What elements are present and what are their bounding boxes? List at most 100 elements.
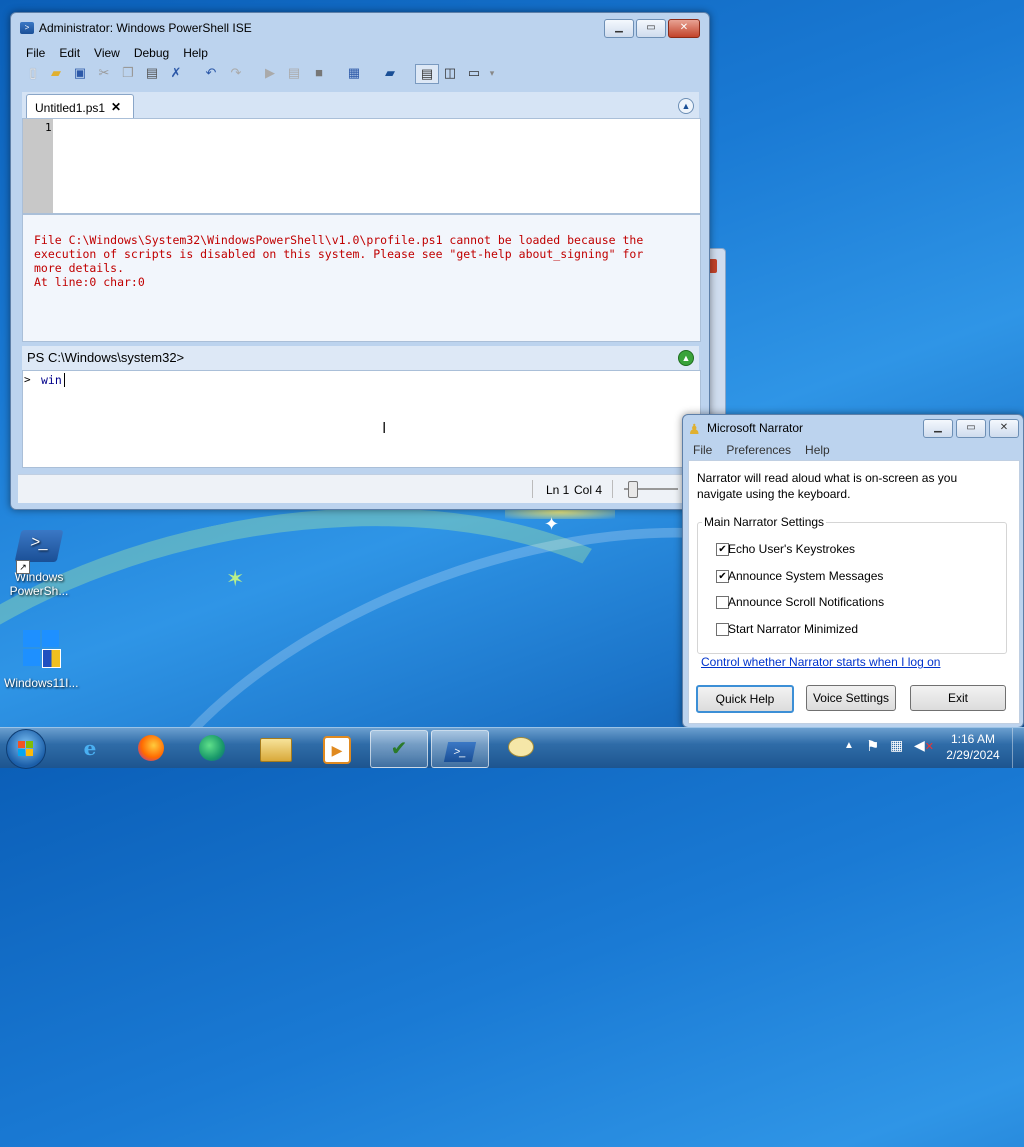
collapse-script-pane-icon[interactable]: ▲ bbox=[678, 98, 694, 114]
zoom-slider-thumb[interactable] bbox=[628, 481, 638, 498]
ise-menubar: File Edit View Debug Help bbox=[19, 44, 215, 62]
option-label: Announce Scroll Notifications bbox=[728, 595, 885, 609]
cut-icon[interactable]: ✂ bbox=[95, 64, 113, 82]
desktop-icon-label: Windows11I... bbox=[4, 676, 79, 690]
command-prompt-bar: PS C:\Windows\system32> ▲ bbox=[22, 346, 699, 370]
text-caret bbox=[64, 373, 65, 387]
wallpaper-leaf: ✶ bbox=[226, 566, 245, 591]
windows-shield-icon bbox=[15, 630, 63, 678]
shortcut-arrow-icon: ↗ bbox=[16, 560, 30, 574]
menu-file[interactable]: File bbox=[686, 441, 719, 459]
paste-icon[interactable]: ▤ bbox=[143, 64, 161, 82]
wallpaper-swirl bbox=[0, 428, 782, 1147]
narrator-title: Microsoft Narrator bbox=[707, 421, 804, 435]
tab-close-icon[interactable]: ✕ bbox=[111, 100, 121, 114]
run-icon[interactable]: ▶ bbox=[261, 64, 279, 82]
file-explorer-icon[interactable] bbox=[248, 730, 304, 766]
menu-help[interactable]: Help bbox=[798, 441, 837, 459]
save-icon[interactable]: ▣ bbox=[71, 64, 89, 82]
minimize-button[interactable]: ▁ bbox=[923, 419, 953, 438]
new-file-icon[interactable]: ▯ bbox=[24, 64, 42, 82]
prompt-path: PS C:\Windows\system32> bbox=[27, 350, 185, 365]
layout-top-icon[interactable]: ▤ bbox=[415, 64, 439, 84]
toolbar-overflow-icon[interactable]: ▾ bbox=[487, 64, 497, 82]
run-selection-icon[interactable]: ▤ bbox=[285, 64, 303, 82]
powershell-icon: >_ bbox=[14, 530, 64, 562]
network-icon[interactable]: ▦ bbox=[890, 737, 903, 754]
narrator-icon: ♟ bbox=[688, 421, 701, 437]
maximize-button[interactable]: ▭ bbox=[636, 19, 666, 38]
menu-debug[interactable]: Debug bbox=[127, 44, 176, 62]
show-hidden-icons-icon[interactable]: ▲ bbox=[844, 740, 854, 751]
menu-file[interactable]: File bbox=[19, 44, 52, 62]
narrator-speech-icon[interactable] bbox=[493, 730, 549, 766]
start-powershell-icon[interactable]: ▰ bbox=[381, 64, 399, 82]
ise-title: Administrator: Windows PowerShell ISE bbox=[39, 21, 252, 35]
zoom-slider[interactable] bbox=[624, 481, 678, 498]
script-editor[interactable]: 1 bbox=[22, 118, 701, 214]
tab-untitled1[interactable]: Untitled1.ps1 ✕ bbox=[26, 94, 134, 119]
status-line: Ln 1 bbox=[546, 483, 570, 497]
stop-icon[interactable]: ■ bbox=[310, 64, 328, 82]
command-text: win bbox=[41, 373, 62, 387]
copy-icon[interactable]: ❐ bbox=[119, 64, 137, 82]
powershell-ise-taskbar-icon[interactable]: >_ bbox=[431, 730, 489, 768]
edge-icon[interactable] bbox=[184, 730, 240, 766]
menu-view[interactable]: View bbox=[87, 44, 127, 62]
option-label: Echo User's Keystrokes bbox=[728, 542, 856, 556]
clear-icon[interactable]: ✗ bbox=[167, 64, 185, 82]
close-button[interactable]: ✕ bbox=[668, 19, 700, 38]
desktop-icon-powershell[interactable]: >_ ↗ Windows PowerSh... bbox=[4, 530, 74, 598]
remote-powershell-icon[interactable]: ▦ bbox=[345, 64, 363, 82]
show-desktop-button[interactable] bbox=[1012, 728, 1024, 768]
settings-group-title: Main Narrator Settings bbox=[702, 515, 827, 529]
desktop-icon-label: PowerSh... bbox=[9, 584, 69, 598]
volume-muted-icon[interactable]: ◀✕ bbox=[914, 737, 934, 754]
open-folder-icon[interactable]: ▰ bbox=[47, 64, 65, 82]
layout-maximize-icon[interactable]: ▭ bbox=[465, 64, 483, 82]
minimize-button[interactable]: ▁ bbox=[604, 19, 634, 38]
layout-right-icon[interactable]: ◫ bbox=[441, 64, 459, 82]
narrator-startup-link[interactable]: Control whether Narrator starts when I l… bbox=[701, 655, 940, 669]
command-prefix: > bbox=[24, 373, 31, 386]
error-line: execution of scripts is disabled on this… bbox=[34, 247, 644, 261]
internet-explorer-icon[interactable]: e bbox=[62, 730, 118, 766]
start-button[interactable] bbox=[6, 729, 46, 769]
ise-statusbar: Ln 1 Col 4 bbox=[18, 474, 702, 503]
ibeam-cursor-icon: I bbox=[382, 420, 387, 437]
taskbar: e ▶ ✔ >_ ▲ ⚑ ▦ ◀✕ 1:16 AM 2/29/2024 bbox=[0, 727, 1024, 769]
menu-edit[interactable]: Edit bbox=[52, 44, 87, 62]
error-line: File C:\Windows\System32\WindowsPowerShe… bbox=[34, 233, 644, 247]
clock[interactable]: 1:16 AM 2/29/2024 bbox=[940, 731, 1006, 763]
exit-button[interactable]: Exit bbox=[910, 685, 1006, 711]
ise-titlebar[interactable]: > Administrator: Windows PowerShell ISE … bbox=[11, 13, 709, 43]
voice-settings-button[interactable]: Voice Settings bbox=[806, 685, 896, 711]
expand-command-pane-icon[interactable]: ▲ bbox=[678, 350, 694, 366]
firefox-icon[interactable] bbox=[123, 730, 179, 766]
redo-icon[interactable]: ↷ bbox=[227, 64, 245, 82]
desktop-icon-label: Windows bbox=[14, 570, 64, 584]
flag-icon[interactable]: ⚑ bbox=[866, 737, 879, 755]
windows-logo-icon bbox=[18, 741, 34, 757]
quick-help-button[interactable]: Quick Help bbox=[696, 685, 794, 713]
output-pane[interactable]: File C:\Windows\System32\WindowsPowerShe… bbox=[22, 214, 701, 342]
narrator-menubar: File Preferences Help bbox=[686, 441, 837, 459]
desktop-icon-windows11[interactable]: Windows11I... bbox=[4, 630, 79, 690]
clock-date: 2/29/2024 bbox=[946, 748, 1000, 762]
command-input[interactable]: > win bbox=[22, 370, 701, 468]
clock-time: 1:16 AM bbox=[950, 732, 996, 746]
narrator-taskbar-icon[interactable]: ✔ bbox=[370, 730, 428, 768]
undo-icon[interactable]: ↶ bbox=[202, 64, 220, 82]
maximize-button[interactable]: ▭ bbox=[956, 419, 986, 438]
menu-preferences[interactable]: Preferences bbox=[719, 441, 798, 459]
media-player-icon[interactable]: ▶ bbox=[309, 730, 365, 766]
option-label: Announce System Messages bbox=[728, 569, 884, 583]
wallpaper-star: ✦ bbox=[544, 514, 560, 534]
menu-help[interactable]: Help bbox=[176, 44, 215, 62]
line-number: 1 bbox=[45, 121, 52, 134]
status-separator bbox=[612, 480, 613, 498]
narrator-description: Narrator will read aloud what is on-scre… bbox=[697, 471, 958, 501]
status-col: Col 4 bbox=[574, 483, 603, 497]
close-button[interactable]: ✕ bbox=[989, 419, 1019, 438]
option-label: Start Narrator Minimized bbox=[728, 622, 859, 636]
